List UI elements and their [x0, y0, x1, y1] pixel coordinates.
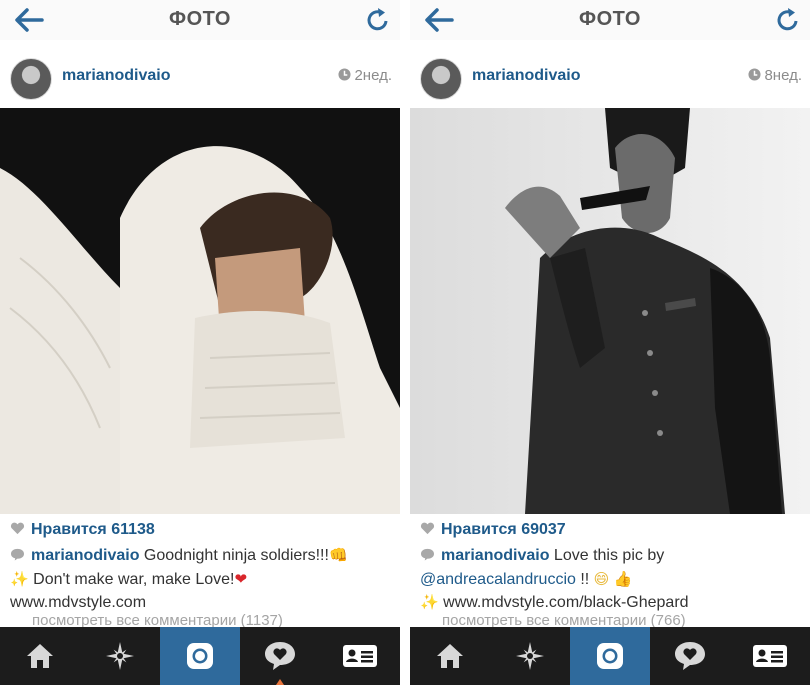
post-panel-right: ФОТО marianodivaio 8нед. Нравится 69037 … [410, 0, 810, 685]
activity-icon [675, 642, 705, 670]
clock-icon [748, 68, 761, 81]
tab-profile[interactable] [320, 627, 400, 685]
photo-image [0, 108, 400, 514]
explore-icon [106, 642, 134, 670]
profile-icon [343, 645, 377, 667]
caption-emoji-thumbsup: 👍 [613, 569, 633, 588]
tab-bar [410, 627, 810, 685]
camera-icon [597, 643, 623, 669]
tab-explore[interactable] [490, 627, 570, 685]
home-icon [27, 644, 53, 668]
post-username[interactable]: marianodivaio [62, 67, 170, 85]
post-panel-left: ФОТО marianodivaio 2нед. Нравится 61138 … [0, 0, 400, 685]
post-time-text: 2нед. [354, 67, 392, 84]
top-bar: ФОТО [410, 0, 810, 40]
post-time: 2нед. [338, 67, 392, 84]
avatar[interactable] [420, 58, 462, 100]
caption-link[interactable]: www.mdvstyle.com [10, 594, 146, 611]
caption-username[interactable]: marianodivaio [441, 547, 549, 564]
camera-icon [187, 643, 213, 669]
post-header: marianodivaio 8нед. [410, 46, 810, 108]
post-time-text: 8нед. [764, 67, 802, 84]
panel-divider [400, 0, 410, 685]
caption-username[interactable]: marianodivaio [31, 547, 139, 564]
heart-icon [420, 522, 435, 535]
caption-text: Love this pic by [549, 547, 665, 564]
caption-text-2: Don't make war, make Love! [28, 570, 235, 588]
sparkle-emoji: ✨ [420, 593, 439, 611]
profile-icon [753, 645, 787, 667]
caption-emoji-smile: 😄 [593, 569, 610, 588]
caption-text: Goodnight ninja soldiers!!! [139, 547, 329, 564]
refresh-button[interactable] [774, 6, 802, 34]
post-header: marianodivaio 2нед. [0, 46, 400, 108]
notification-dot-icon [276, 679, 284, 685]
sparkle-emoji: ✨ [10, 569, 29, 588]
likes-text: Нравится 61138 [31, 521, 155, 538]
tab-bar [0, 627, 400, 685]
likes-count[interactable]: Нравится 69037 [420, 521, 566, 539]
clock-icon [338, 68, 351, 81]
explore-icon [516, 642, 544, 670]
tab-explore[interactable] [80, 627, 160, 685]
post-caption: marianodivaio Goodnight ninja soldiers!!… [10, 544, 398, 615]
post-photo[interactable] [0, 108, 400, 514]
tab-activity[interactable] [240, 627, 320, 685]
caption-link[interactable]: www.mdvstyle.com/black-Ghepard [439, 594, 688, 611]
avatar[interactable] [10, 58, 52, 100]
refresh-button[interactable] [364, 6, 392, 34]
comment-bubble-icon [11, 548, 24, 561]
photo-image [410, 108, 810, 514]
tab-camera[interactable] [570, 627, 650, 685]
home-icon [437, 644, 463, 668]
likes-count[interactable]: Нравится 61138 [10, 521, 155, 539]
tab-activity[interactable] [650, 627, 730, 685]
refresh-icon [367, 8, 388, 31]
comment-bubble-icon [421, 548, 434, 561]
top-bar: ФОТО [0, 0, 400, 40]
activity-icon [265, 642, 295, 670]
tab-home[interactable] [410, 627, 490, 685]
caption-mention[interactable]: @andreacalandruccio [420, 571, 576, 588]
post-photo[interactable] [410, 108, 810, 514]
tab-camera[interactable] [160, 627, 240, 685]
caption-emoji-heart: ❤ [234, 569, 248, 588]
tab-home[interactable] [0, 627, 80, 685]
post-username[interactable]: marianodivaio [472, 67, 580, 85]
heart-icon [10, 522, 25, 535]
tab-profile[interactable] [730, 627, 810, 685]
caption-text-2: !! [575, 570, 594, 588]
page-title: ФОТО [579, 8, 641, 30]
page-title: ФОТО [169, 8, 231, 30]
likes-text: Нравится 69037 [441, 521, 566, 538]
post-caption: marianodivaio Love this pic by @andreaca… [420, 544, 808, 615]
post-time: 8нед. [748, 67, 802, 84]
caption-emoji-fist: 👊 [328, 546, 348, 564]
refresh-icon [777, 8, 798, 31]
